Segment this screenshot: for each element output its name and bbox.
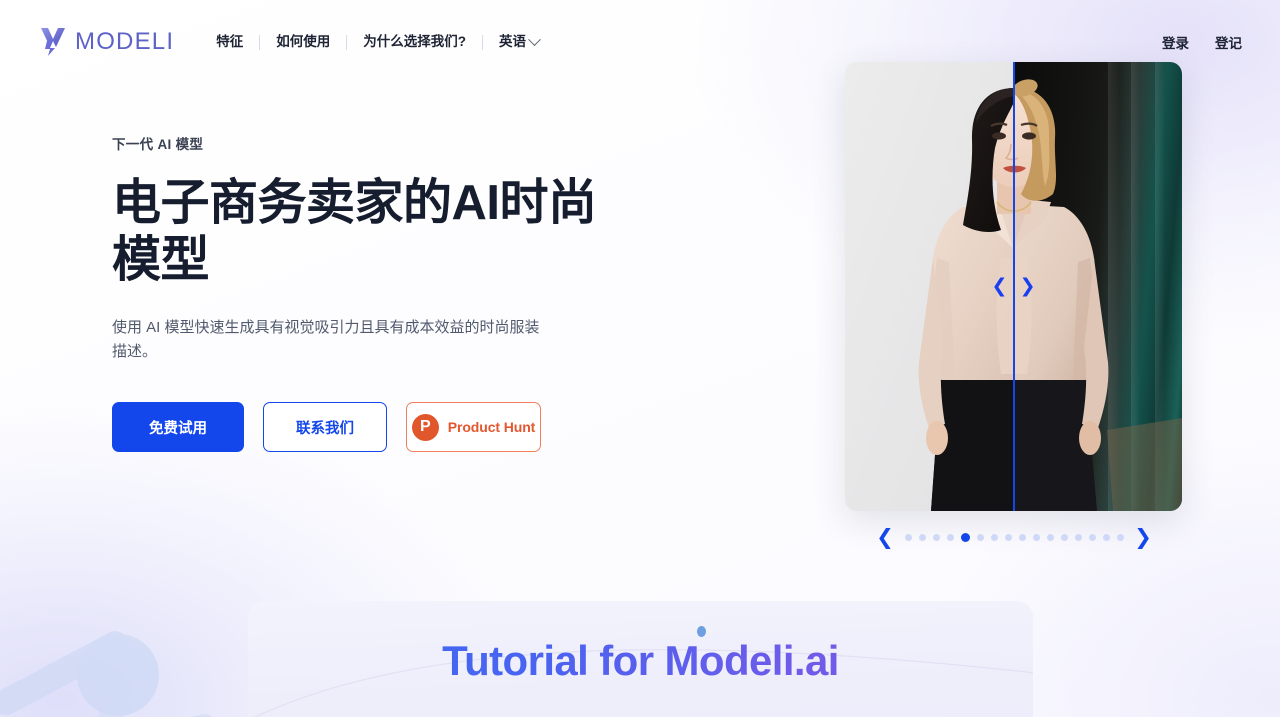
carousel-dot[interactable]: [1032, 533, 1040, 541]
hero-comparison-image[interactable]: ❮ ❯: [845, 62, 1182, 511]
nav-item-features[interactable]: 特征: [216, 31, 259, 53]
carousel-dot[interactable]: [1074, 533, 1082, 541]
hero-subtitle: 使用 AI 模型快速生成具有视觉吸引力且具有成本效益的时尚服装描述。: [112, 318, 540, 360]
tutorial-section: Tutorial for Modeli.ai: [248, 601, 1033, 717]
hero-eyebrow: 下一代 AI 模型: [112, 137, 204, 152]
image-carousel-controls: ❮ ❯: [875, 522, 1153, 552]
carousel-dot[interactable]: [1088, 533, 1096, 541]
carousel-dot[interactable]: [904, 533, 912, 541]
login-link[interactable]: 登录: [1162, 32, 1189, 52]
contact-us-button[interactable]: 联系我们: [263, 402, 387, 453]
carousel-prev-button[interactable]: ❮: [875, 524, 895, 550]
comparison-slider-handle[interactable]: ❮ ❯: [992, 274, 1036, 300]
carousel-dot[interactable]: [976, 533, 984, 541]
carousel-dot-active[interactable]: [960, 532, 970, 542]
brand-name: MODELI: [75, 28, 175, 55]
free-trial-button[interactable]: 免费试用: [112, 402, 244, 453]
decorative-network-graphic: [0, 631, 218, 717]
carousel-dot[interactable]: [1018, 533, 1026, 541]
language-label: 英语: [498, 34, 526, 49]
chevron-down-icon: [528, 32, 541, 46]
hero-content: 下一代 AI 模型 电子商务卖家的AI时尚模型 使用 AI 模型快速生成具有视觉…: [112, 133, 632, 453]
header-actions: 登录 登记: [1162, 32, 1242, 52]
carousel-dot[interactable]: [946, 533, 954, 541]
carousel-next-button[interactable]: ❯: [1133, 524, 1153, 550]
page-root: MODELI 特征 如何使用 为什么选择我们? 英语 登录 登记 下一代 AI …: [0, 0, 1280, 717]
carousel-dot[interactable]: [1102, 533, 1110, 541]
register-link[interactable]: 登记: [1215, 32, 1242, 52]
main-nav: 特征 如何使用 为什么选择我们? 英语: [216, 31, 555, 53]
product-hunt-button[interactable]: P Product Hunt: [406, 402, 541, 453]
image-scene: ❮ ❯: [845, 62, 1182, 511]
nav-item-why-choose-us[interactable]: 为什么选择我们?: [347, 31, 482, 53]
brand-logo[interactable]: MODELI: [40, 27, 174, 57]
product-hunt-icon: P: [411, 413, 439, 441]
tutorial-accent-dot: [697, 626, 706, 637]
site-header: MODELI 特征 如何使用 为什么选择我们? 英语 登录 登记: [0, 0, 1280, 84]
hero-cta-row: 免费试用 联系我们 P Product Hunt: [112, 402, 632, 453]
tutorial-title: Tutorial for Modeli.ai: [248, 637, 1033, 685]
carousel-dot[interactable]: [918, 533, 926, 541]
carousel-dots: [904, 532, 1124, 542]
nav-item-how-to-use[interactable]: 如何使用: [260, 31, 346, 53]
carousel-dot[interactable]: [1060, 533, 1068, 541]
carousel-dot[interactable]: [1116, 533, 1124, 541]
product-hunt-label: Product Hunt: [447, 419, 536, 436]
chevron-left-icon: ❮: [991, 276, 1008, 297]
carousel-dot[interactable]: [1004, 533, 1012, 541]
chevron-right-icon: ❯: [1019, 276, 1036, 297]
hero-title: 电子商务卖家的AI时尚模型: [112, 176, 597, 288]
carousel-dot[interactable]: [1046, 533, 1054, 541]
logo-mark-icon: [41, 28, 65, 56]
language-selector[interactable]: 英语: [483, 31, 555, 53]
carousel-dot[interactable]: [990, 533, 998, 541]
carousel-dot[interactable]: [932, 533, 940, 541]
